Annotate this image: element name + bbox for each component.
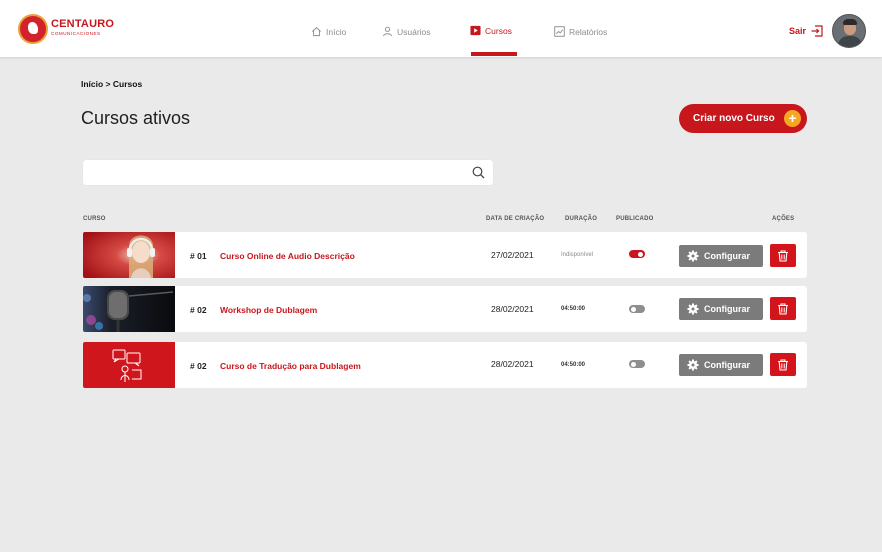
logout-button[interactable]: Sair xyxy=(789,25,823,37)
brand-name: CENTAURO xyxy=(51,18,115,30)
gear-icon xyxy=(687,250,699,262)
published-toggle[interactable] xyxy=(629,360,645,368)
course-number: # 01 xyxy=(190,251,207,261)
chart-icon xyxy=(554,26,565,37)
nav-label-inicio: Início xyxy=(326,26,347,37)
delete-button[interactable] xyxy=(770,244,796,267)
logout-label: Sair xyxy=(789,26,807,36)
search-input[interactable] xyxy=(83,160,463,185)
brand-subtitle: COMUNICACIONES xyxy=(51,31,101,36)
trash-icon xyxy=(778,249,788,262)
user-avatar[interactable] xyxy=(832,14,866,48)
nav-label-relatorios: Relatórios xyxy=(569,26,608,37)
course-thumbnail xyxy=(83,286,175,332)
configure-label: Configurar xyxy=(704,251,750,261)
configure-button[interactable]: Configurar xyxy=(679,354,763,376)
create-course-label: Criar novo Curso xyxy=(693,113,775,124)
active-tab-indicator xyxy=(471,52,517,56)
nav-item-cursos[interactable]: Cursos xyxy=(470,25,512,36)
column-header-course: CURSO xyxy=(83,216,106,222)
course-thumbnail xyxy=(83,342,175,388)
configure-label: Configurar xyxy=(704,360,750,370)
play-icon xyxy=(470,25,481,36)
gear-icon xyxy=(687,359,699,371)
trash-icon xyxy=(778,302,788,315)
column-header-duration: DURAÇÃO xyxy=(565,216,598,222)
course-title-link[interactable]: Curso de Tradução para Dublagem xyxy=(220,361,361,371)
gear-icon xyxy=(687,303,699,315)
course-title-link[interactable]: Workshop de Dublagem xyxy=(220,305,317,315)
course-thumbnail xyxy=(83,232,175,278)
top-bar: CENTAURO COMUNICACIONES Início Usuários … xyxy=(0,0,882,57)
logout-icon xyxy=(811,25,823,37)
delete-button[interactable] xyxy=(770,353,796,376)
course-duration: 04:50:00 xyxy=(561,362,586,368)
nav-item-usuarios[interactable]: Usuários xyxy=(382,26,431,37)
table-row: # 02 Workshop de Dublagem 28/02/2021 04:… xyxy=(83,286,807,332)
delete-button[interactable] xyxy=(770,297,796,320)
column-header-created: DATA DE CRIAÇÃO xyxy=(486,216,545,222)
course-number: # 02 xyxy=(190,305,207,315)
table-row: # 01 Curso Online de Audio Descrição 27/… xyxy=(83,232,807,278)
nav-label-usuarios: Usuários xyxy=(397,26,431,37)
configure-button[interactable]: Configurar xyxy=(679,298,763,320)
course-number: # 02 xyxy=(190,361,207,371)
column-header-actions: AÇÕES xyxy=(772,216,795,222)
nav-label-cursos: Cursos xyxy=(485,25,512,36)
search-icon[interactable] xyxy=(472,166,485,179)
trash-icon xyxy=(778,358,788,371)
configure-label: Configurar xyxy=(704,304,750,314)
course-created-date: 27/02/2021 xyxy=(491,250,534,260)
course-duration: Indisponível xyxy=(561,252,594,258)
centaur-logo-icon xyxy=(18,14,48,44)
column-header-published: PUBLICADO xyxy=(616,216,654,222)
nav-item-relatorios[interactable]: Relatórios xyxy=(554,26,607,37)
user-icon xyxy=(383,26,392,37)
page-title: Cursos ativos xyxy=(81,108,191,128)
course-created-date: 28/02/2021 xyxy=(491,304,534,314)
published-toggle[interactable] xyxy=(629,305,645,313)
course-created-date: 28/02/2021 xyxy=(491,359,534,369)
published-toggle[interactable] xyxy=(629,250,645,258)
search-bar xyxy=(83,160,493,185)
nav-item-inicio[interactable]: Início xyxy=(311,26,346,37)
brand-logo[interactable]: CENTAURO COMUNICACIONES xyxy=(18,14,114,44)
home-icon xyxy=(312,27,321,37)
course-duration: 04:50:00 xyxy=(561,306,586,312)
table-row: # 02 Curso de Tradução para Dublagem 28/… xyxy=(83,342,807,388)
create-course-button[interactable]: Criar novo Curso + xyxy=(679,104,807,133)
configure-button[interactable]: Configurar xyxy=(679,245,763,267)
breadcrumb: Início > Cursos xyxy=(81,79,143,89)
plus-icon: + xyxy=(784,110,801,127)
course-title-link[interactable]: Curso Online de Audio Descrição xyxy=(220,251,355,261)
